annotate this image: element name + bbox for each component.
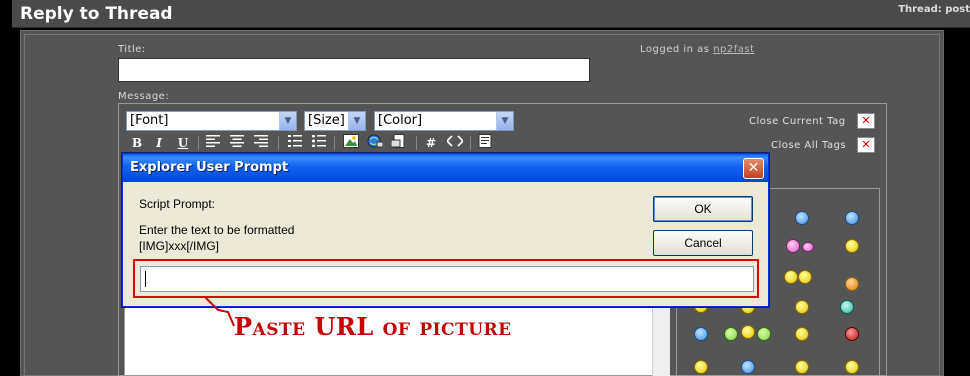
smiley-party-icon[interactable] [795, 360, 809, 374]
align-left-icon[interactable] [204, 134, 222, 152]
chevron-down-icon: ▼ [348, 112, 365, 130]
smiley-cry-icon[interactable] [694, 327, 708, 341]
page-title: Reply to Thread [20, 4, 173, 24]
toolbar-divider [470, 136, 471, 150]
underline-button[interactable]: U [174, 134, 192, 152]
smiley-thumbs-icon[interactable] [757, 327, 771, 341]
font-select-value: [Font] [130, 113, 169, 128]
font-select[interactable]: [Font] ▼ [126, 111, 297, 131]
smiley-wink-icon[interactable] [840, 300, 854, 314]
smiley-smile-icon[interactable] [845, 360, 859, 374]
close-icon[interactable]: ✕ [743, 158, 764, 179]
dialog-title: Explorer User Prompt [130, 160, 289, 175]
chevron-down-icon: ▼ [279, 112, 296, 130]
ok-button[interactable]: OK [653, 196, 753, 222]
prompt-input[interactable] [140, 266, 754, 292]
chevron-down-icon: ▼ [496, 112, 513, 130]
username-link[interactable]: np2fast [713, 44, 754, 55]
smiley-surprised-icon[interactable] [845, 277, 859, 291]
quote-icon[interactable] [476, 134, 494, 152]
ordered-list-icon[interactable] [286, 134, 304, 152]
logged-in-prefix: Logged in as [640, 44, 710, 55]
align-right-icon[interactable] [252, 134, 270, 152]
italic-button[interactable]: I [150, 134, 168, 152]
smiley-neutral-icon[interactable] [795, 300, 809, 314]
smiley-grin-icon[interactable] [741, 325, 755, 339]
annotation-text: Paste URL of picture [234, 312, 512, 341]
page: Reply to Thread Thread: post Title: Logg… [0, 0, 970, 376]
thread-meta: Thread: post [898, 4, 970, 15]
color-select[interactable]: [Color] ▼ [374, 111, 514, 131]
text-caret [145, 271, 146, 287]
title-input[interactable] [118, 58, 590, 82]
toolbar-divider [198, 136, 199, 150]
left-margin [0, 28, 20, 376]
cancel-button[interactable]: Cancel [653, 230, 753, 256]
close-all-tags-label: Close All Tags [771, 140, 847, 151]
smiley-tongue-icon[interactable] [786, 239, 800, 253]
bullet-list-icon[interactable] [310, 134, 328, 152]
prompt-message-line2: [IMG]xxx[/IMG] [139, 239, 219, 253]
smiley-sad-icon[interactable] [795, 211, 809, 225]
thread-header: Reply to Thread Thread: post [12, 0, 970, 28]
prompt-message-line1: Enter the text to be formatted [139, 223, 295, 237]
toolbar-divider [416, 136, 417, 150]
hash-icon[interactable]: # [422, 134, 440, 152]
close-all-tags-button[interactable]: ✕ [857, 137, 875, 153]
smiley-cool-icon[interactable] [784, 270, 798, 284]
smiley-sick-icon[interactable] [845, 239, 859, 253]
toolbar-divider [278, 136, 279, 150]
bold-button[interactable]: B [128, 134, 146, 152]
insert-email-icon[interactable] [390, 134, 408, 152]
smiley-tongue-icon[interactable] [802, 242, 814, 252]
smiley-angry-icon[interactable] [845, 327, 859, 341]
size-select[interactable]: [Size] ▼ [304, 111, 366, 131]
script-prompt-label: Script Prompt: [139, 197, 216, 211]
align-center-icon[interactable] [228, 134, 246, 152]
smiley-thumbs-icon[interactable] [724, 327, 738, 341]
textarea-scrollbar[interactable] [652, 300, 670, 376]
title-label: Title: [118, 44, 146, 55]
smiley-frown-icon[interactable] [845, 211, 859, 225]
color-select-value: [Color] [378, 113, 423, 128]
toolbar-divider [334, 136, 335, 150]
smiley-happy-icon[interactable] [694, 360, 708, 374]
close-current-tag-label: Close Current Tag [749, 116, 846, 127]
insert-image-icon[interactable] [342, 134, 360, 152]
smiley-cool-icon[interactable] [798, 270, 812, 284]
smiley-dance-icon[interactable] [795, 327, 809, 341]
explorer-user-prompt-dialog: Explorer User Prompt ✕ Script Prompt: En… [122, 153, 769, 307]
dialog-titlebar[interactable]: Explorer User Prompt ✕ [123, 154, 768, 182]
insert-link-icon[interactable] [366, 134, 384, 152]
size-select-value: [Size] [308, 113, 345, 128]
code-icon[interactable] [445, 134, 465, 152]
smiley-blue-icon[interactable] [741, 360, 755, 374]
logged-in-info: Logged in as np2fast [640, 44, 755, 55]
message-label: Message: [118, 91, 170, 102]
close-current-tag-button[interactable]: ✕ [857, 113, 875, 129]
